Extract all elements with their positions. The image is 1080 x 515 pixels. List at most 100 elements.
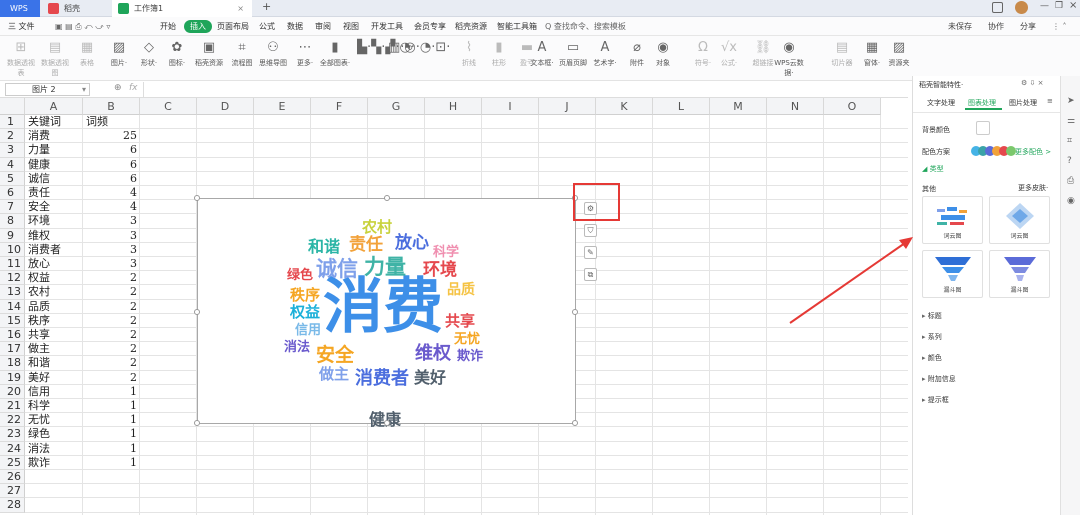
unsaved-status[interactable]: 未保存 bbox=[948, 20, 972, 33]
cell-keyword[interactable]: 消费 bbox=[28, 129, 50, 143]
row-header[interactable]: 28 bbox=[0, 498, 25, 513]
cell-keyword[interactable]: 农村 bbox=[28, 285, 50, 299]
cell-frequency[interactable]: 2 bbox=[83, 271, 137, 285]
cell-keyword[interactable]: 消费者 bbox=[28, 243, 61, 257]
row-header[interactable]: 26 bbox=[0, 470, 25, 485]
column-header[interactable]: L bbox=[653, 98, 710, 115]
select-all-corner[interactable] bbox=[0, 98, 25, 115]
ribbon-button[interactable]: ▣ 稻壳资源 bbox=[192, 38, 226, 68]
fx-icon[interactable]: fx bbox=[129, 83, 138, 93]
cell-frequency[interactable]: 2 bbox=[83, 314, 137, 328]
cell-keyword[interactable]: 安全 bbox=[28, 200, 50, 214]
bg-color-swatch[interactable] bbox=[976, 121, 990, 135]
minimize-icon[interactable]: — bbox=[1040, 1, 1049, 11]
cell-keyword[interactable]: 环境 bbox=[28, 214, 50, 228]
chart-filter-icon[interactable]: ⧉ bbox=[584, 268, 597, 281]
menu-data[interactable]: 数据 bbox=[287, 20, 303, 33]
section-series[interactable]: 系列 bbox=[922, 332, 942, 342]
resize-handle[interactable] bbox=[194, 195, 200, 201]
row-header[interactable]: 17 bbox=[0, 342, 25, 357]
add-tab-icon[interactable]: + bbox=[262, 0, 271, 13]
collab-button[interactable]: 协作 bbox=[988, 20, 1004, 33]
row-header[interactable]: 23 bbox=[0, 427, 25, 442]
cell-frequency[interactable]: 1 bbox=[83, 413, 137, 427]
more-icon[interactable]: ⋮ ˄ bbox=[1052, 20, 1067, 33]
row-header[interactable]: 20 bbox=[0, 384, 25, 399]
cell-keyword[interactable]: 共享 bbox=[28, 328, 50, 342]
cell-frequency[interactable]: 3 bbox=[83, 257, 137, 271]
cell-frequency[interactable]: 1 bbox=[83, 442, 137, 456]
row-header[interactable]: 5 bbox=[0, 171, 25, 186]
layout-icon[interactable] bbox=[992, 2, 1003, 13]
column-header[interactable]: C bbox=[140, 98, 197, 115]
ribbon-button[interactable]: ⌇ 折线 bbox=[452, 38, 486, 68]
ribbon-button[interactable]: ▥·◎·◔·⊡· bbox=[388, 38, 450, 58]
row-header[interactable]: 24 bbox=[0, 441, 25, 456]
menu-insert[interactable]: 插入 bbox=[184, 20, 212, 33]
help-icon[interactable]: ? bbox=[1067, 156, 1072, 166]
menu-view[interactable]: 视图 bbox=[343, 20, 359, 33]
ribbon-button[interactable]: ▤ 数据透视图 bbox=[38, 38, 72, 78]
ribbon-button[interactable]: ⋯ 更多· bbox=[288, 38, 322, 68]
cell-keyword[interactable]: 秩序 bbox=[28, 314, 50, 328]
section-tooltip[interactable]: 提示框 bbox=[922, 395, 949, 405]
print-icon[interactable]: ⎙ bbox=[1067, 176, 1074, 186]
ribbon-button[interactable]: A 艺术字· bbox=[588, 38, 622, 68]
panel-settings-icon[interactable]: ⚙ ⇩ × bbox=[1021, 79, 1043, 87]
location-icon[interactable]: ◉ bbox=[1067, 196, 1075, 206]
row-header[interactable]: 22 bbox=[0, 413, 25, 428]
menu-page-layout[interactable]: 页面布局 bbox=[217, 20, 249, 33]
cell-keyword[interactable]: 绿色 bbox=[28, 427, 50, 441]
row-header[interactable]: 12 bbox=[0, 271, 25, 286]
row-header[interactable]: 19 bbox=[0, 370, 25, 385]
row-header[interactable]: 8 bbox=[0, 214, 25, 229]
cell-keyword[interactable]: 力量 bbox=[28, 143, 50, 157]
ribbon-button[interactable]: ▨ 资源夹 bbox=[882, 38, 916, 68]
cell-frequency[interactable]: 1 bbox=[83, 385, 137, 399]
menu-start[interactable]: 开始 bbox=[160, 20, 176, 33]
menu-daoke-res[interactable]: 稻壳资源 bbox=[455, 20, 487, 33]
formula-input[interactable] bbox=[143, 82, 905, 97]
cell-frequency[interactable]: 1 bbox=[83, 456, 137, 470]
column-header[interactable]: H bbox=[425, 98, 482, 115]
panel-tab-chart[interactable]: 图表处理 bbox=[968, 98, 996, 108]
column-header[interactable]: K bbox=[596, 98, 653, 115]
panel-tab-text[interactable]: 文字处理 bbox=[927, 98, 955, 108]
cell-frequency[interactable]: 1 bbox=[83, 427, 137, 441]
ribbon-button[interactable]: ◉ WPS云数据· bbox=[772, 38, 806, 78]
resize-handle[interactable] bbox=[194, 420, 200, 426]
ribbon-button[interactable]: ▤ 切片器 bbox=[825, 38, 859, 68]
cell-keyword[interactable]: 放心 bbox=[28, 257, 50, 271]
ribbon-button[interactable]: ⚇ 思维导图 bbox=[256, 38, 290, 68]
cell-keyword[interactable]: 做主 bbox=[28, 342, 50, 356]
share-button[interactable]: 分享 bbox=[1020, 20, 1036, 33]
column-header[interactable]: M bbox=[710, 98, 767, 115]
row-header[interactable]: 18 bbox=[0, 356, 25, 371]
menu-formula[interactable]: 公式 bbox=[259, 20, 275, 33]
resize-handle[interactable] bbox=[572, 309, 578, 315]
avatar[interactable] bbox=[1015, 1, 1028, 14]
ribbon-button[interactable]: √x 公式· bbox=[712, 38, 746, 68]
close-window-icon[interactable]: × bbox=[1069, 0, 1077, 11]
row-header[interactable]: 11 bbox=[0, 257, 25, 272]
resize-handle[interactable] bbox=[384, 420, 390, 426]
panel-menu-icon[interactable]: ≡ bbox=[1047, 97, 1053, 105]
menu-member[interactable]: 会员专享 bbox=[414, 20, 446, 33]
chart-style-icon[interactable]: ✎ bbox=[584, 246, 597, 259]
ribbon-button[interactable]: ▦ 表格 bbox=[70, 38, 104, 68]
cell-keyword[interactable]: 关键词 bbox=[28, 115, 61, 129]
column-header[interactable]: D bbox=[197, 98, 254, 115]
cell-frequency[interactable]: 2 bbox=[83, 285, 137, 299]
row-header[interactable]: 13 bbox=[0, 285, 25, 300]
ribbon-button[interactable]: ⊞ 数据透视表 bbox=[4, 38, 38, 78]
cell-frequency[interactable]: 3 bbox=[83, 229, 137, 243]
cell-keyword[interactable]: 和谐 bbox=[28, 356, 50, 370]
thumb-wordcloud-1[interactable]: 词云图 bbox=[922, 196, 983, 244]
row-header[interactable]: 1 bbox=[0, 115, 25, 130]
row-header[interactable]: 2 bbox=[0, 129, 25, 144]
word-cloud-chart[interactable]: 消费诚信力量健康责任放心环境和谐农村科学绿色秩序权益信用品质共享无忧消法安全维权… bbox=[194, 195, 578, 428]
type-section[interactable]: ◢ 类型 bbox=[922, 164, 944, 174]
cell-keyword[interactable]: 消法 bbox=[28, 442, 50, 456]
row-header[interactable]: 6 bbox=[0, 186, 25, 201]
section-title[interactable]: 标题 bbox=[922, 311, 942, 321]
